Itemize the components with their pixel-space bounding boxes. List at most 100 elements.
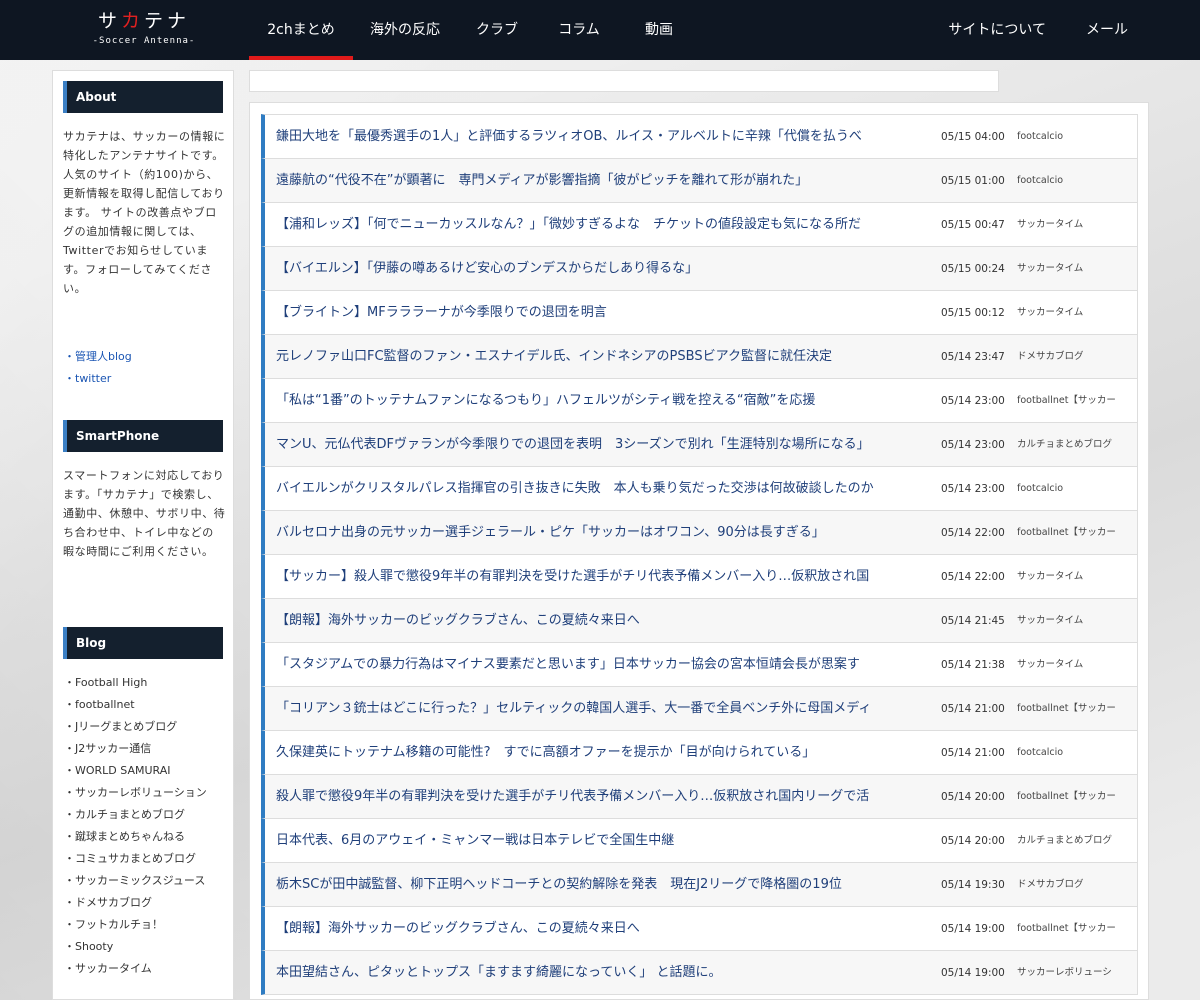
article-date: 05/14 19:30 — [941, 879, 1005, 891]
blog-link[interactable]: J2サッカー通信 — [64, 738, 229, 760]
article-title-link[interactable]: 「私は“1番”のトッテナムファンになるつもり」ハフェルツがシティ戦を控える“宿敵… — [276, 379, 926, 423]
article-source[interactable]: footcalcio — [1017, 115, 1135, 159]
article-source[interactable]: footballnet【サッカー — [1017, 775, 1135, 819]
article-source[interactable]: footcalcio — [1017, 159, 1135, 203]
article-date: 05/15 00:47 — [941, 219, 1005, 231]
article-title-link[interactable]: 【サッカー】殺人罪で懲役9年半の有罪判決を受けた選手がチリ代表予備メンバー入り…… — [276, 555, 926, 599]
feed-row[interactable]: 【朗報】海外サッカーのビッグクラブさん、この夏続々来日へ 05/14 19:00 f… — [261, 906, 1138, 951]
article-source[interactable]: カルチョまとめブログ — [1017, 819, 1135, 863]
feed-row[interactable]: 【バイエルン】「伊藤の噂あるけど安心のブンデスからだしあり得るな」 05/15 0… — [261, 246, 1138, 291]
article-title-link[interactable]: 久保建英にトッテナム移籍の可能性? すでに高額オファーを提示か「目が向けられてい… — [276, 731, 926, 775]
blog-link[interactable]: サッカーレボリューション — [64, 782, 229, 804]
feed-row[interactable]: 栃木SCが田中誠監督、柳下正明ヘッドコーチとの契約解除を発表 現在J2リーグで降… — [261, 862, 1138, 907]
article-date: 05/15 00:24 — [941, 263, 1005, 275]
article-date: 05/14 21:00 — [941, 703, 1005, 715]
nav-item-about-site[interactable]: サイトについて — [908, 0, 1046, 60]
nav-item-mail[interactable]: メール — [1046, 0, 1128, 60]
feed-row[interactable]: 久保建英にトッテナム移籍の可能性? すでに高額オファーを提示か「目が向けられてい… — [261, 730, 1138, 775]
feed-row[interactable]: 「私は“1番”のトッテナムファンになるつもり」ハフェルツがシティ戦を控える“宿敵… — [261, 378, 1138, 423]
blog-link[interactable]: Jリーグまとめブログ — [64, 716, 229, 738]
sidebar: About サカテナは、サッカーの情報に特化したアンテナサイトです。 人気のサイ… — [52, 70, 234, 1000]
article-title-link[interactable]: バルセロナ出身の元サッカー選手ジェラール・ピケ「サッカーはオワコン、90分は長す… — [276, 511, 926, 555]
feed-row[interactable]: 殺人罪で懲役9年半の有罪判決を受けた選手がチリ代表予備メンバー入り…仮釈放され国… — [261, 774, 1138, 819]
feed-row[interactable]: マンU、元仏代表DFヴァランが今季限りでの退団を表明 3シーズンで別れ「生涯特別… — [261, 422, 1138, 467]
article-date: 05/14 19:00 — [941, 923, 1005, 935]
blog-link[interactable]: サッカータイム — [64, 958, 229, 980]
article-source[interactable]: カルチョまとめブログ — [1017, 423, 1135, 467]
blog-link[interactable]: フットカルチョ！ — [64, 914, 229, 936]
blog-link[interactable]: footballnet — [64, 694, 229, 716]
blog-link[interactable]: Shooty — [64, 936, 229, 958]
feed-row[interactable]: 鎌田大地を「最優秀選手の1人」と評価するラツィオOB、ルイス・アルベルトに辛辣「… — [261, 114, 1138, 159]
feed-row[interactable]: 元レノファ山口FC監督のファン・エスナイデル氏、インドネシアのPSBSビアク監督… — [261, 334, 1138, 379]
article-source[interactable]: footballnet【サッカー — [1017, 511, 1135, 555]
article-title-link[interactable]: 遠藤航の“代役不在”が顕著に 専門メディアが影響指摘「彼がピッチを離れて形が崩れ… — [276, 159, 926, 203]
article-date: 05/15 00:12 — [941, 307, 1005, 319]
article-source[interactable]: サッカータイム — [1017, 555, 1135, 599]
article-date: 05/15 04:00 — [941, 131, 1005, 143]
blog-link[interactable]: サッカーミックスジュース — [64, 870, 229, 892]
article-source[interactable]: サッカータイム — [1017, 643, 1135, 687]
article-title-link[interactable]: 【浦和レッズ】「何でニューカッスルなん？」「微妙すぎるよな チケットの値段設定も… — [276, 203, 926, 247]
nav-item-club[interactable]: クラブ — [457, 0, 537, 60]
blog-link[interactable]: 蹴球まとめちゃんねる — [64, 826, 229, 848]
article-title-link[interactable]: 【バイエルン】「伊藤の噂あるけど安心のブンデスからだしあり得るな」 — [276, 247, 926, 291]
article-source[interactable]: サッカーレボリューシ — [1017, 951, 1135, 995]
article-title-link[interactable]: バイエルンがクリスタルパレス指揮官の引き抜きに失敗 本人も乗り気だった交渉は何故… — [276, 467, 926, 511]
article-date: 05/14 20:00 — [941, 835, 1005, 847]
article-title-link[interactable]: 元レノファ山口FC監督のファン・エスナイデル氏、インドネシアのPSBSビアク監督… — [276, 335, 926, 379]
nav-item-video[interactable]: 動画 — [621, 0, 697, 60]
feed-row[interactable]: 遠藤航の“代役不在”が顕著に 専門メディアが影響指摘「彼がピッチを離れて形が崩れ… — [261, 158, 1138, 203]
about-links: 管理人blog twitter — [64, 346, 229, 390]
feed-row[interactable]: 「スタジアムでの暴力行為はマイナス要素だと思います」日本サッカー協会の宮本恒靖会… — [261, 642, 1138, 687]
article-date: 05/14 22:00 — [941, 571, 1005, 583]
article-title-link[interactable]: 栃木SCが田中誠監督、柳下正明ヘッドコーチとの契約解除を発表 現在J2リーグで降… — [276, 863, 926, 907]
article-source[interactable]: footballnet【サッカー — [1017, 687, 1135, 731]
admin-blog-link[interactable]: 管理人blog — [64, 346, 229, 368]
article-title-link[interactable]: 日本代表、6月のアウェイ・ミャンマー戦は日本テレビで全国生中継 — [276, 819, 926, 863]
blog-link[interactable]: Football High — [64, 672, 229, 694]
article-source[interactable]: footballnet【サッカー — [1017, 379, 1135, 423]
article-feed: 鎌田大地を「最優秀選手の1人」と評価するラツィオOB、ルイス・アルベルトに辛辣「… — [249, 102, 1149, 1000]
blog-link[interactable]: ドメサカブログ — [64, 892, 229, 914]
article-date: 05/14 23:00 — [941, 483, 1005, 495]
article-source[interactable]: サッカータイム — [1017, 203, 1135, 247]
blog-link[interactable]: カルチョまとめブログ — [64, 804, 229, 826]
article-source[interactable]: footcalcio — [1017, 731, 1135, 775]
article-title-link[interactable]: 本田望結さん、ピタッとトップス「ますます綺麗になっていく」 と話題に。 — [276, 951, 926, 995]
article-title-link[interactable]: 【ブライトン】MFラララーナが今季限りでの退団を明言 — [276, 291, 926, 335]
feed-row[interactable]: 【浦和レッズ】「何でニューカッスルなん？」「微妙すぎるよな チケットの値段設定も… — [261, 202, 1138, 247]
blog-link[interactable]: コミュサカまとめブログ — [64, 848, 229, 870]
article-title-link[interactable]: マンU、元仏代表DFヴァランが今季限りでの退団を表明 3シーズンで別れ「生涯特別… — [276, 423, 926, 467]
feed-row[interactable]: 【朗報】海外サッカーのビッグクラブさん、この夏続々来日へ 05/14 21:45 サ… — [261, 598, 1138, 643]
article-title-link[interactable]: 【朗報】海外サッカーのビッグクラブさん、この夏続々来日へ — [276, 907, 926, 951]
site-logo[interactable]: サカテナ -Soccer Antenna- — [88, 10, 200, 50]
article-source[interactable]: ドメサカブログ — [1017, 335, 1135, 379]
feed-row[interactable]: 【ブライトン】MFラララーナが今季限りでの退団を明言 05/15 00:12 サッカ… — [261, 290, 1138, 335]
article-title-link[interactable]: 【朗報】海外サッカーのビッグクラブさん、この夏続々来日へ — [276, 599, 926, 643]
article-source[interactable]: ドメサカブログ — [1017, 863, 1135, 907]
secondary-nav: サイトについて メール — [908, 0, 1128, 60]
twitter-link[interactable]: twitter — [64, 368, 229, 390]
article-source[interactable]: footcalcio — [1017, 467, 1135, 511]
article-title-link[interactable]: 鎌田大地を「最優秀選手の1人」と評価するラツィオOB、ルイス・アルベルトに辛辣「… — [276, 115, 926, 159]
nav-item-column[interactable]: コラム — [537, 0, 621, 60]
feed-row[interactable]: バイエルンがクリスタルパレス指揮官の引き抜きに失敗 本人も乗り気だった交渉は何故… — [261, 466, 1138, 511]
feed-row[interactable]: 本田望結さん、ピタッとトップス「ますます綺麗になっていく」 と話題に。 05/14… — [261, 950, 1138, 995]
site-header: サカテナ -Soccer Antenna- 2chまとめ 海外の反応 クラブ コ… — [0, 0, 1200, 60]
article-title-link[interactable]: 「コリアン３銃士はどこに行った？」セルティックの韓国人選手、大一番で全員ベンチ外… — [276, 687, 926, 731]
nav-item-overseas-reactions[interactable]: 海外の反応 — [353, 0, 457, 60]
feed-row[interactable]: 「コリアン３銃士はどこに行った？」セルティックの韓国人選手、大一番で全員ベンチ外… — [261, 686, 1138, 731]
feed-row[interactable]: 【サッカー】殺人罪で懲役9年半の有罪判決を受けた選手がチリ代表予備メンバー入り…… — [261, 554, 1138, 599]
article-source[interactable]: サッカータイム — [1017, 599, 1135, 643]
article-source[interactable]: footballnet【サッカー — [1017, 907, 1135, 951]
blog-link[interactable]: WORLD SAMURAI — [64, 760, 229, 782]
article-title-link[interactable]: 殺人罪で懲役9年半の有罪判決を受けた選手がチリ代表予備メンバー入り…仮釈放され国… — [276, 775, 926, 819]
article-source[interactable]: サッカータイム — [1017, 291, 1135, 335]
feed-row[interactable]: バルセロナ出身の元サッカー選手ジェラール・ピケ「サッカーはオワコン、90分は長す… — [261, 510, 1138, 555]
article-title-link[interactable]: 「スタジアムでの暴力行為はマイナス要素だと思います」日本サッカー協会の宮本恒靖会… — [276, 643, 926, 687]
article-source[interactable]: サッカータイム — [1017, 247, 1135, 291]
main-nav: 2chまとめ 海外の反応 クラブ コラム 動画 — [249, 0, 697, 60]
nav-item-2ch-matome[interactable]: 2chまとめ — [249, 0, 353, 60]
feed-row[interactable]: 日本代表、6月のアウェイ・ミャンマー戦は日本テレビで全国生中継 05/14 20:… — [261, 818, 1138, 863]
